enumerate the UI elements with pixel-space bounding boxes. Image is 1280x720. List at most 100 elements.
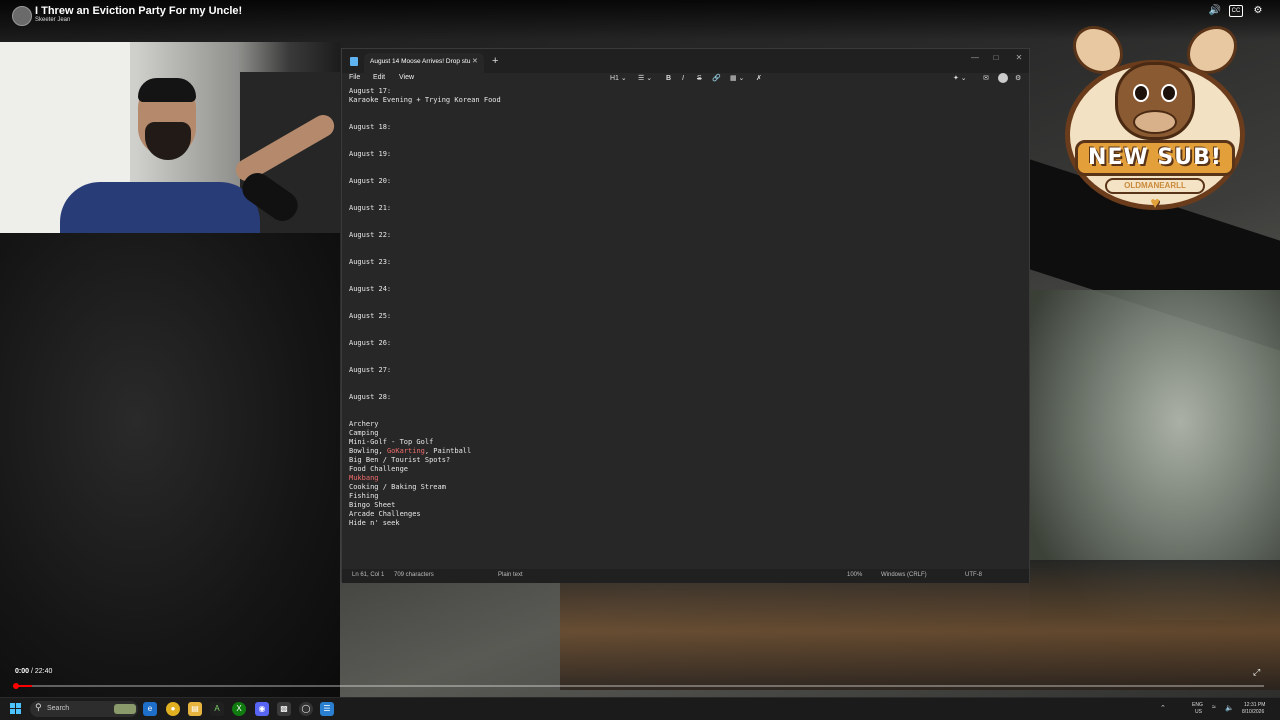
notepad-tab[interactable]: August 14 Moose Arrives! Drop stu ✕	[364, 53, 484, 73]
text-line[interactable]: Archery	[349, 420, 1019, 429]
text-line[interactable]: Bingo Sheet	[349, 501, 1019, 510]
link-icon[interactable]: 🔗	[712, 73, 721, 85]
channel-name[interactable]: Skeeter Jean	[35, 17, 70, 23]
text-line[interactable]: August 22:	[349, 231, 1019, 240]
discord-icon[interactable]: ◉	[255, 702, 269, 716]
text-line[interactable]	[349, 321, 1019, 330]
text-line[interactable]	[349, 168, 1019, 177]
clock-date[interactable]: 8/10/2026	[1242, 709, 1264, 715]
text-line[interactable]	[349, 411, 1019, 420]
text-line[interactable]: Mukbang	[349, 474, 1019, 483]
text-line[interactable]	[349, 222, 1019, 231]
speaker-icon[interactable]: 🔈	[1225, 704, 1234, 712]
clear-format-icon[interactable]: ✗	[756, 73, 762, 85]
clock-time[interactable]: 12:31 PM	[1244, 702, 1265, 708]
menu-edit[interactable]: Edit	[373, 74, 385, 81]
show-hidden-icons-icon[interactable]: ⌃	[1160, 704, 1166, 712]
notepad-titlebar[interactable]: August 14 Moose Arrives! Drop stu ✕ + — …	[342, 49, 1029, 73]
text-format[interactable]: Plain text	[498, 572, 523, 578]
text-line[interactable]	[349, 330, 1019, 339]
notepad-window[interactable]: August 14 Moose Arrives! Drop stu ✕ + — …	[341, 48, 1030, 583]
text-line[interactable]: Big Ben / Tourist Spots?	[349, 456, 1019, 465]
text-line[interactable]: Karaoke Evening + Trying Korean Food	[349, 96, 1019, 105]
file-explorer-icon[interactable]: ▤	[188, 702, 202, 716]
text-line[interactable]	[349, 159, 1019, 168]
menu-file[interactable]: File	[349, 74, 360, 81]
line-ending[interactable]: Windows (CRLF)	[881, 572, 927, 578]
account-avatar[interactable]	[998, 73, 1008, 83]
video-progress-bar[interactable]	[16, 685, 1264, 687]
text-line[interactable]: August 25:	[349, 312, 1019, 321]
xbox-game-bar-icon[interactable]: ▩	[277, 702, 291, 716]
maximize-icon[interactable]: □	[989, 52, 1003, 64]
text-line[interactable]: August 17:	[349, 87, 1019, 96]
text-line[interactable]	[349, 357, 1019, 366]
text-line[interactable]: August 21:	[349, 204, 1019, 213]
notepad-settings-icon[interactable]: ⚙	[1015, 73, 1021, 85]
terminal-icon[interactable]: A	[210, 702, 224, 716]
text-line[interactable]	[349, 267, 1019, 276]
bold-icon[interactable]: B	[666, 73, 671, 85]
obs-icon[interactable]: ◯	[299, 702, 313, 716]
wifi-icon[interactable]: ≈	[1212, 704, 1216, 711]
cc-icon[interactable]: CC	[1229, 5, 1243, 17]
text-line[interactable]	[349, 195, 1019, 204]
list-icon[interactable]: ☰ ⌄	[638, 73, 652, 85]
text-line[interactable]	[349, 303, 1019, 312]
start-icon[interactable]	[10, 703, 21, 714]
text-line[interactable]: Mini-Golf - Top Golf	[349, 438, 1019, 447]
encoding[interactable]: UTF-8	[965, 572, 982, 578]
text-line[interactable]: Arcade Challenges	[349, 510, 1019, 519]
chrome-icon[interactable]: ●	[166, 702, 180, 716]
text-line[interactable]: August 28:	[349, 393, 1019, 402]
text-line[interactable]	[349, 375, 1019, 384]
text-line[interactable]: August 24:	[349, 285, 1019, 294]
minimize-icon[interactable]: —	[968, 52, 982, 64]
language-label[interactable]: ENG	[1192, 702, 1203, 708]
text-line[interactable]	[349, 186, 1019, 195]
menu-view[interactable]: View	[399, 74, 414, 81]
text-line[interactable]	[349, 384, 1019, 393]
text-line[interactable]	[349, 213, 1019, 222]
text-line[interactable]: Bowling, GoKarting, Paintball	[349, 447, 1019, 456]
channel-avatar[interactable]	[12, 6, 32, 26]
text-line[interactable]	[349, 240, 1019, 249]
edge-icon[interactable]: e	[143, 702, 157, 716]
text-line[interactable]	[349, 132, 1019, 141]
video-title[interactable]: I Threw an Eviction Party For my Uncle!	[35, 5, 242, 17]
xbox-icon[interactable]: X	[232, 702, 246, 716]
text-line[interactable]: Hide n' seek	[349, 519, 1019, 528]
new-tab-icon[interactable]: +	[492, 55, 498, 67]
text-line[interactable]: Camping	[349, 429, 1019, 438]
text-line[interactable]: Cooking / Baking Stream	[349, 483, 1019, 492]
italic-icon[interactable]: I	[682, 73, 684, 85]
volume-icon[interactable]: 🔊	[1208, 5, 1222, 17]
text-line[interactable]: August 20:	[349, 177, 1019, 186]
text-line[interactable]	[349, 249, 1019, 258]
text-line[interactable]: August 27:	[349, 366, 1019, 375]
text-line[interactable]: Food Challenge	[349, 465, 1019, 474]
text-line[interactable]	[349, 276, 1019, 285]
settings-icon[interactable]: ⚙	[1251, 5, 1265, 17]
close-icon[interactable]: ✕	[1012, 52, 1026, 64]
text-line[interactable]	[349, 348, 1019, 357]
text-line[interactable]: August 18:	[349, 123, 1019, 132]
table-icon[interactable]: ▦ ⌄	[730, 73, 744, 85]
text-line[interactable]	[349, 105, 1019, 114]
notepad-icon[interactable]: ☰	[320, 702, 334, 716]
notepad-text-area[interactable]: August 17: Karaoke Evening + Trying Korea…	[349, 87, 1019, 567]
text-line[interactable]: August 23:	[349, 258, 1019, 267]
exit-fullscreen-icon[interactable]: ⤢	[1253, 667, 1260, 678]
copilot-icon[interactable]: ✦ ⌄	[953, 73, 967, 85]
video-scrubber-handle[interactable]	[13, 683, 19, 689]
strikethrough-icon[interactable]: S	[697, 73, 702, 85]
text-line[interactable]: Fishing	[349, 492, 1019, 501]
text-line[interactable]	[349, 114, 1019, 123]
tab-close-icon[interactable]: ✕	[472, 57, 478, 65]
region-label[interactable]: US	[1195, 709, 1202, 715]
text-line[interactable]	[349, 294, 1019, 303]
text-line[interactable]: August 26:	[349, 339, 1019, 348]
heading-dropdown[interactable]: H1 ⌄	[610, 73, 627, 85]
notification-icon[interactable]: ✉	[983, 73, 989, 85]
text-line[interactable]	[349, 141, 1019, 150]
